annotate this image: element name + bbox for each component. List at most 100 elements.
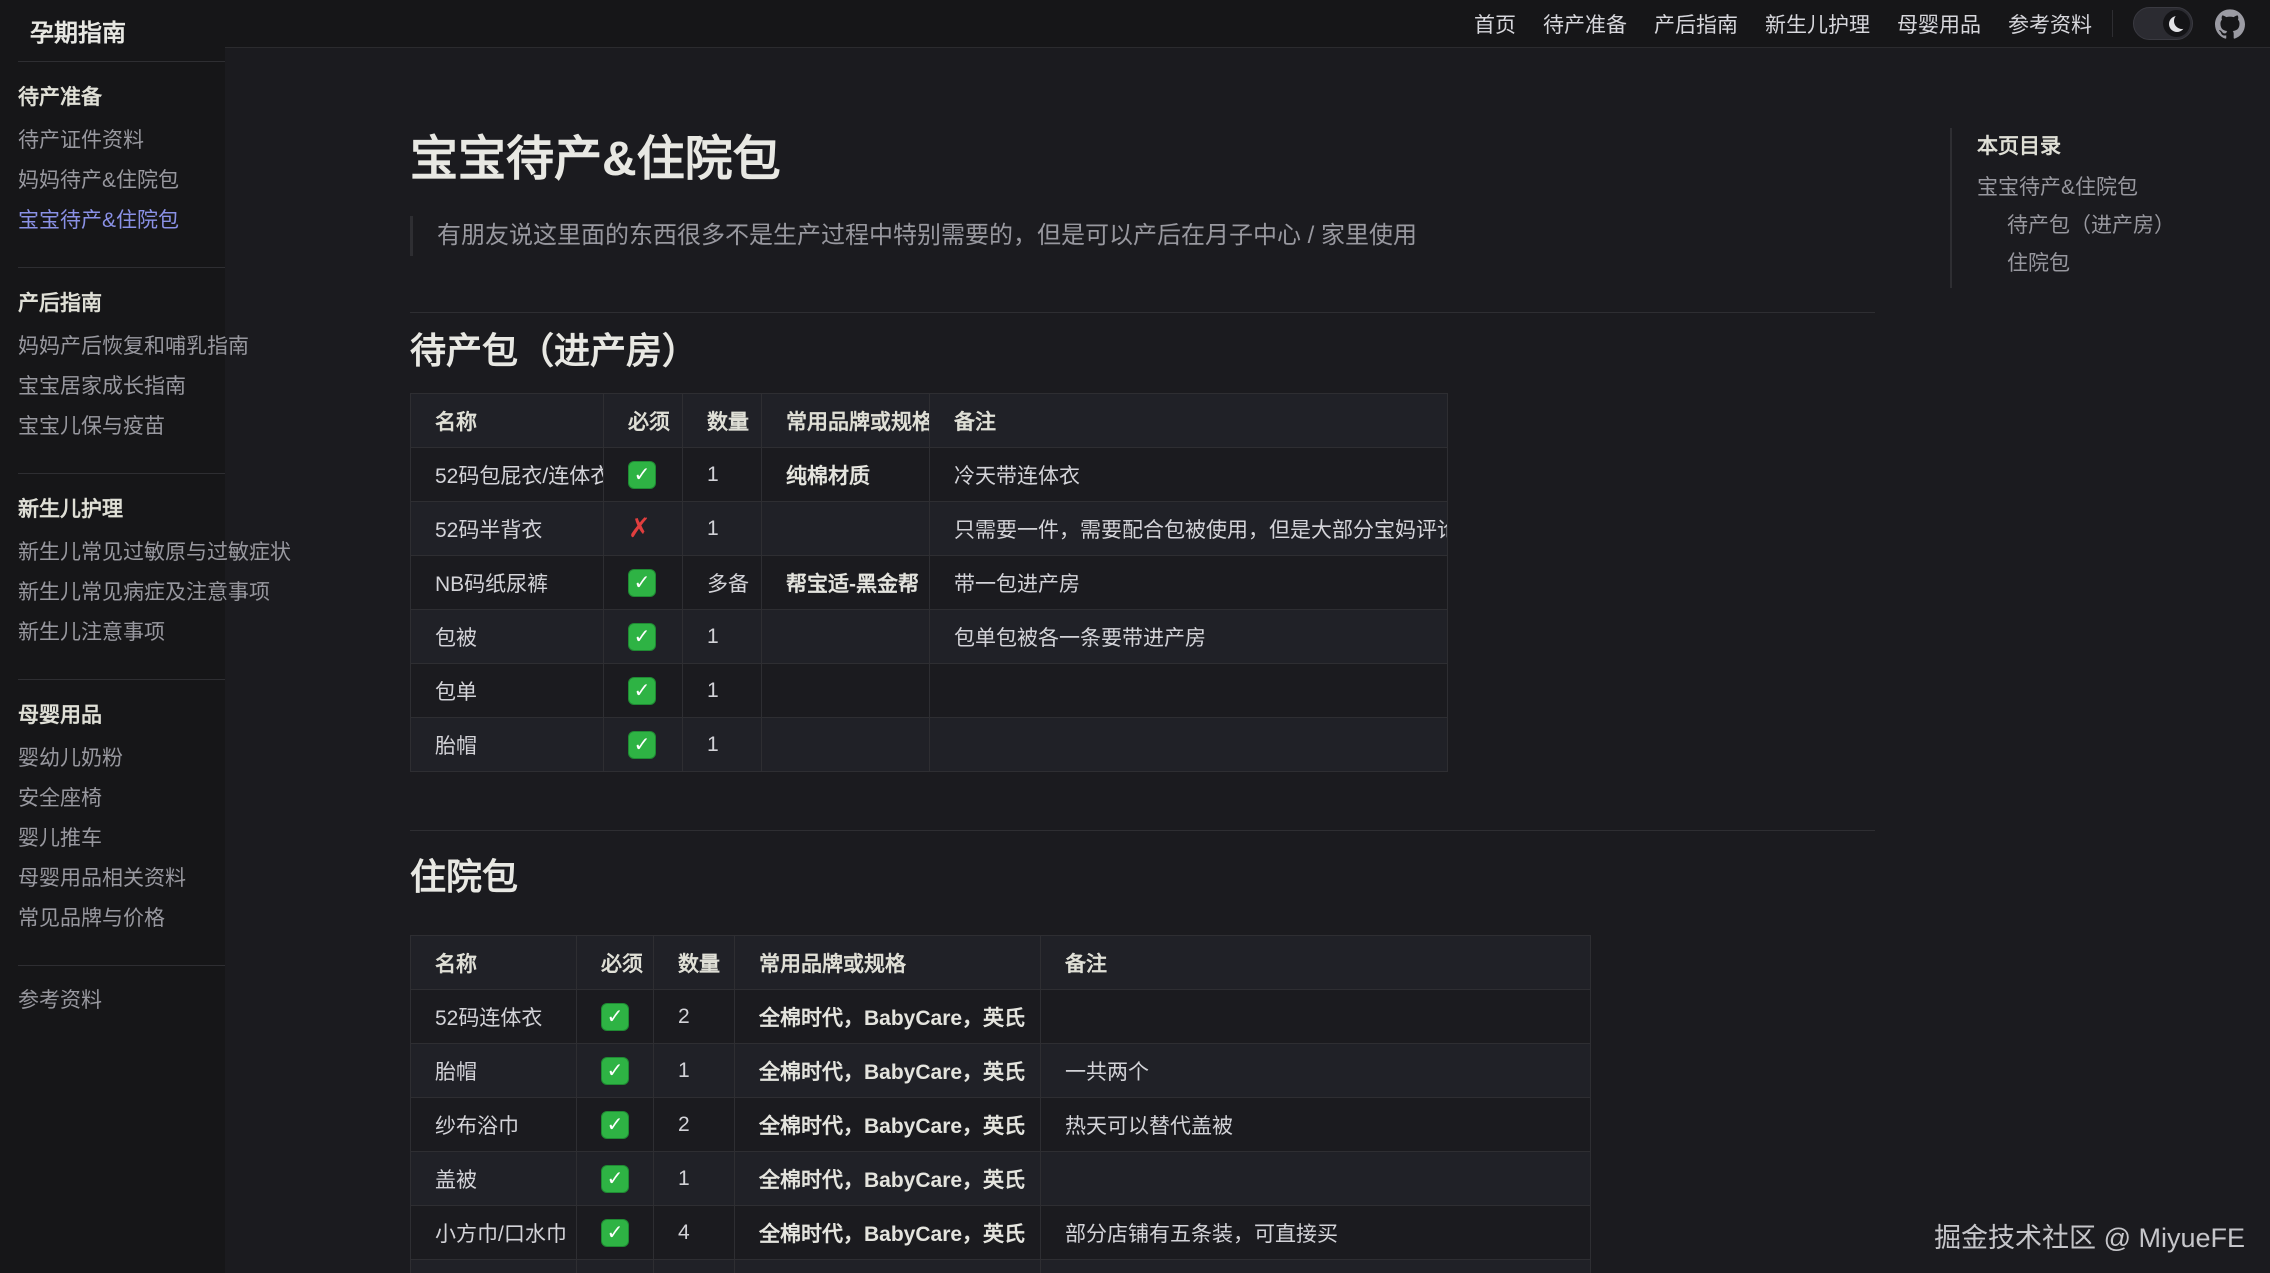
column-header: 数量 [683,394,762,448]
navbar: 首页待产准备产后指南新生儿护理母婴用品参考资料 [225,0,2270,48]
sidebar-item[interactable]: 新生儿注意事项 [18,622,219,643]
sidebar-group-2: 新生儿护理新生儿常见过敏原与过敏症状新生儿常见病症及注意事项新生儿注意事项 [18,474,225,680]
item-name-cell: 袜子 [411,1260,577,1273]
sidebar: 孕期指南 待产准备待产证件资料妈妈待产&住院包宝宝待产&住院包产后指南妈妈产后恢… [0,0,225,1273]
sidebar-item[interactable]: 常见品牌与价格 [18,908,219,929]
qty-cell: 2 [654,990,735,1044]
required-cell: ✓ [604,556,683,610]
table-row: NB码纸尿裤✓多备帮宝适-黑金帮带一包进产房 [411,556,1448,610]
table-header-row: 名称必须数量常用品牌或规格备注 [411,394,1448,448]
moon-icon [2169,16,2185,32]
column-header: 必须 [604,394,683,448]
brand-cell [762,664,930,718]
qty-cell: 1 [683,448,762,502]
item-name-cell: 52码连体衣 [411,990,577,1044]
sidebar-group-0: 待产准备待产证件资料妈妈待产&住院包宝宝待产&住院包 [18,62,225,268]
column-header: 备注 [930,394,1448,448]
required-cell: ✓ [577,1152,654,1206]
qty-cell: 1 [654,1044,735,1098]
check-icon: ✓ [601,1219,629,1247]
hospital-bag-table: 名称必须数量常用品牌或规格备注 52码连体衣✓2全棉时代，BabyCare，英氏… [410,935,1591,1273]
toc-item[interactable]: 待产包（进产房） [2007,215,2255,236]
table-header-row: 名称必须数量常用品牌或规格备注 [411,936,1591,990]
column-header: 常用品牌或规格 [735,936,1041,990]
nav-link-4[interactable]: 母婴用品 [1897,9,1981,39]
qty-cell: 1 [683,502,762,556]
item-name-cell: 52码包屁衣/连体衣 [411,448,604,502]
toc: 本页目录 宝宝待产&住院包待产包（进产房）住院包 [1950,128,2255,288]
brand-cell: 帮宝适-黑金帮 [762,556,930,610]
theme-toggle-knob [2163,10,2190,37]
sidebar-item[interactable]: 安全座椅 [18,788,219,809]
nav-link-2[interactable]: 产后指南 [1654,9,1738,39]
sidebar-group-4: 参考资料 [18,966,225,1047]
column-header: 数量 [654,936,735,990]
sidebar-group-title: 新生儿护理 [18,498,219,522]
sidebar-group-3: 母婴用品婴幼儿奶粉安全座椅婴儿推车母婴用品相关资料常见品牌与价格 [18,680,225,966]
brand-cell [762,718,930,772]
nav-links: 首页待产准备产后指南新生儿护理母婴用品参考资料 [1474,9,2092,39]
table-row: 52码半背衣 ✗ 1 只需要一件，需要配合包被使用，但是大部分宝妈评论不实用 [411,502,1448,556]
check-icon: ✓ [628,623,656,651]
theme-toggle[interactable] [2133,7,2193,40]
sidebar-item[interactable]: 宝宝儿保与疫苗 [18,416,219,437]
qty-cell: 4 [654,1206,735,1260]
sidebar-item[interactable]: 妈妈待产&住院包 [18,170,219,191]
column-header: 必须 [577,936,654,990]
toc-item[interactable]: 宝宝待产&住院包 [1977,177,2255,198]
sidebar-item[interactable]: 婴儿推车 [18,828,219,849]
column-header: 名称 [411,936,577,990]
item-name-cell: 包单 [411,664,604,718]
main-content: 宝宝待产&住院包 有朋友说这里面的东西很多不是生产过程中特别需要的，但是可以产后… [410,48,1875,1273]
qty-cell: 1 [683,610,762,664]
nav-link-5[interactable]: 参考资料 [2008,9,2092,39]
required-cell: ✗ [604,502,683,556]
sidebar-item[interactable]: 参考资料 [18,990,219,1011]
toc-item[interactable]: 住院包 [2007,253,2255,274]
check-icon: ✓ [628,731,656,759]
page-title: 宝宝待产&住院包 [410,136,1875,184]
item-name-cell: NB码纸尿裤 [411,556,604,610]
sidebar-item[interactable]: 待产证件资料 [18,130,219,151]
sidebar-item[interactable]: 婴幼儿奶粉 [18,748,219,769]
required-cell: ✓ [577,1206,654,1260]
table-row: 52码连体衣 ✓ 2全棉时代，BabyCare，英氏 [411,990,1591,1044]
github-link[interactable] [2215,9,2245,39]
note-cell: 只需要一件，需要配合包被使用，但是大部分宝妈评论不实用 [930,502,1448,556]
check-icon: ✓ [601,1003,629,1031]
qty-cell: 2 [654,1098,735,1152]
sidebar-item[interactable]: 宝宝待产&住院包 [18,210,219,231]
toc-items: 宝宝待产&住院包待产包（进产房） 住院包 [1977,177,2255,274]
sidebar-item[interactable]: 宝宝居家成长指南 [18,376,219,397]
sidebar-item[interactable]: 新生儿常见过敏原与过敏症状 [18,542,219,563]
check-icon: ✓ [601,1057,629,1085]
qty-cell: 1 [683,664,762,718]
sidebar-group-title: 待产准备 [18,86,219,110]
note-cell [1041,990,1591,1044]
sidebar-group-1: 产后指南妈妈产后恢复和哺乳指南宝宝居家成长指南宝宝儿保与疫苗 [18,268,225,474]
github-icon [2215,9,2245,39]
note-cell [1041,1152,1591,1206]
qty-cell: 2 [654,1260,735,1273]
sidebar-nav: 待产准备待产证件资料妈妈待产&住院包宝宝待产&住院包产后指南妈妈产后恢复和哺乳指… [18,62,225,1047]
item-name-cell: 小方巾/口水巾 [411,1206,577,1260]
brand-cell: 全棉时代，BabyCare，英氏 [735,990,1041,1044]
brand-cell: 全棉时代，BabyCare，英氏 [735,1044,1041,1098]
table-row: 盖被✓1全棉时代，BabyCare，英氏 [411,1152,1591,1206]
item-name-cell: 52码半背衣 [411,502,604,556]
watermark: 掘金技术社区 @ MiyueFE [1934,1216,2245,1255]
sidebar-item[interactable]: 母婴用品相关资料 [18,868,219,889]
nav-link-3[interactable]: 新生儿护理 [1765,9,1870,39]
section-labor-bag: 待产包（进产房） 名称必须数量常用品牌或规格备注 52码包屁衣/连体衣✓1纯棉材… [410,312,1875,772]
sidebar-item[interactable]: 新生儿常见病症及注意事项 [18,582,219,603]
cross-icon: ✗ [628,513,651,543]
table-row: 包被✓1包单包被各一条要带进产房 [411,610,1448,664]
nav-link-0[interactable]: 首页 [1474,9,1516,39]
required-cell: ✓ [577,990,654,1044]
brand-cell: 全棉时代，BabyCare，英氏 [735,1098,1041,1152]
page-blockquote: 有朋友说这里面的东西很多不是生产过程中特别需要的，但是可以产后在月子中心 / 家… [410,216,1875,256]
required-cell: ✓ [577,1098,654,1152]
table-row: 袜子?2纯棉材质新生宝宝脚不需要袜子，但是可以带，双 防小婴儿抓脸，绑在手上 [411,1260,1591,1273]
sidebar-item[interactable]: 妈妈产后恢复和哺乳指南 [18,336,219,357]
nav-link-1[interactable]: 待产准备 [1543,9,1627,39]
